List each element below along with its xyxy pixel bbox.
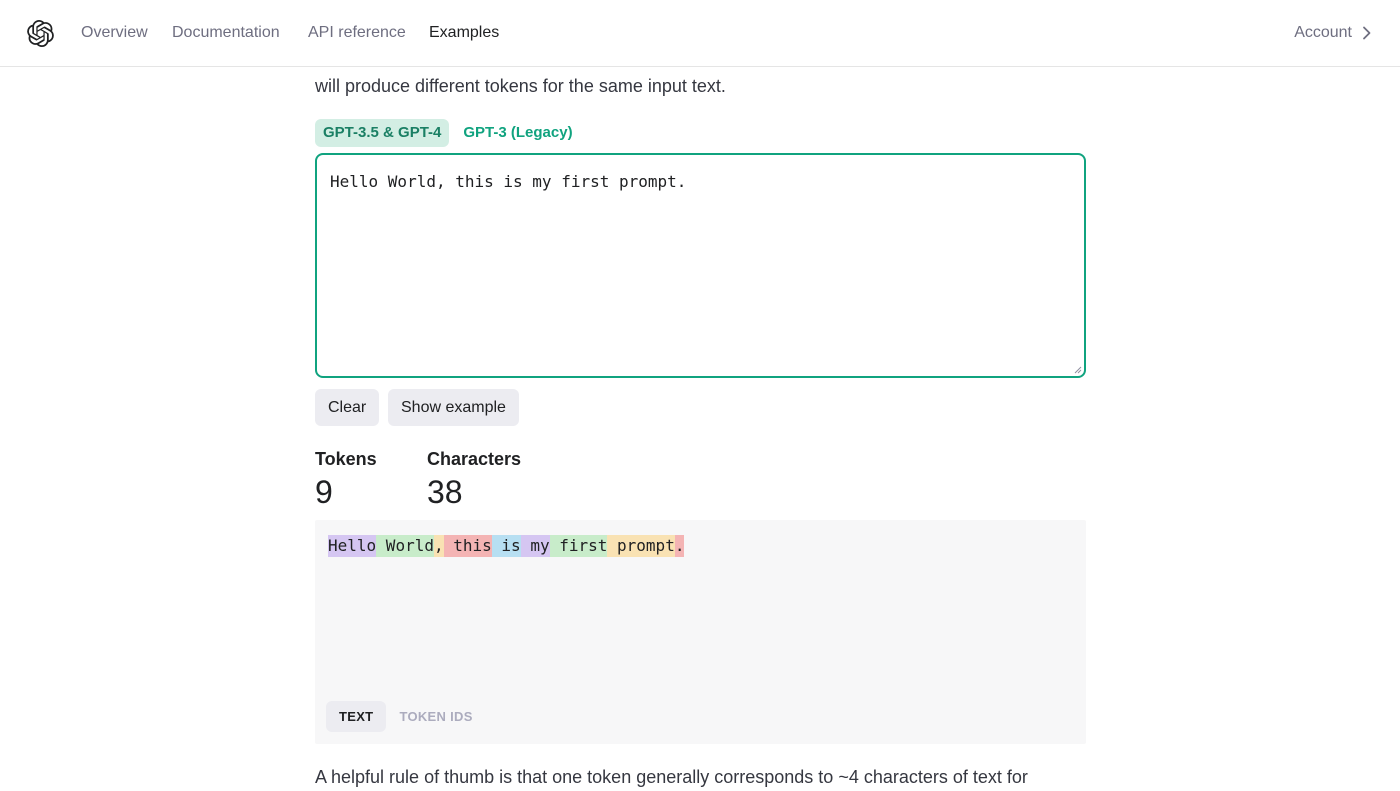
token-chip: is: [491, 535, 521, 557]
tokens-stat: Tokens 9: [315, 448, 377, 512]
show-example-button[interactable]: Show example: [388, 389, 519, 426]
token-output-panel: Hello World, this is my first prompt. TE…: [315, 520, 1086, 744]
chevron-right-icon: [1363, 26, 1371, 40]
intro-paragraph: will produce different tokens for the sa…: [315, 44, 1085, 104]
model-tabs: GPT-3.5 & GPT-4 GPT-3 (Legacy): [315, 119, 581, 147]
clear-button[interactable]: Clear: [315, 389, 380, 426]
prompt-input-wrapper: [315, 153, 1086, 378]
characters-count: 38: [427, 474, 463, 510]
nav-api-reference-link[interactable]: API reference: [308, 23, 406, 43]
account-label: Account: [1294, 24, 1352, 41]
account-menu[interactable]: Account: [1294, 23, 1372, 43]
tokens-count: 9: [315, 474, 333, 510]
view-tabs: TEXT TOKEN IDS: [326, 701, 486, 732]
nav-overview-link[interactable]: Overview: [81, 23, 148, 43]
nav-examples-link[interactable]: Examples: [429, 23, 499, 43]
token-chip: Hello: [328, 535, 377, 557]
openai-logo-icon[interactable]: [27, 20, 54, 47]
tab-text[interactable]: TEXT: [326, 701, 387, 732]
token-chip: first: [549, 535, 608, 557]
tab-gpt-3-legacy[interactable]: GPT-3 (Legacy): [455, 119, 580, 147]
token-chip: this: [443, 535, 492, 557]
tokens-label: Tokens: [315, 449, 377, 469]
intro-line: will produce different tokens for the sa…: [315, 76, 726, 96]
rule-of-thumb-paragraph: A helpful rule of thumb is that one toke…: [315, 767, 1028, 787]
token-chip: ,: [433, 535, 444, 557]
token-list: Hello World, this is my first prompt.: [328, 535, 685, 557]
nav-documentation-link[interactable]: Documentation: [172, 23, 280, 43]
token-chip: my: [520, 535, 550, 557]
token-chip: World: [376, 535, 434, 557]
tab-gpt-35-gpt-4[interactable]: GPT-3.5 & GPT-4: [315, 119, 450, 147]
token-chip: prompt: [607, 535, 675, 557]
prompt-input[interactable]: [317, 155, 1084, 376]
token-chip: .: [674, 535, 685, 557]
tab-token-ids[interactable]: TOKEN IDS: [386, 701, 485, 732]
characters-stat: Characters 38: [427, 448, 521, 512]
characters-label: Characters: [427, 449, 522, 469]
resize-handle-icon[interactable]: [1074, 366, 1082, 374]
